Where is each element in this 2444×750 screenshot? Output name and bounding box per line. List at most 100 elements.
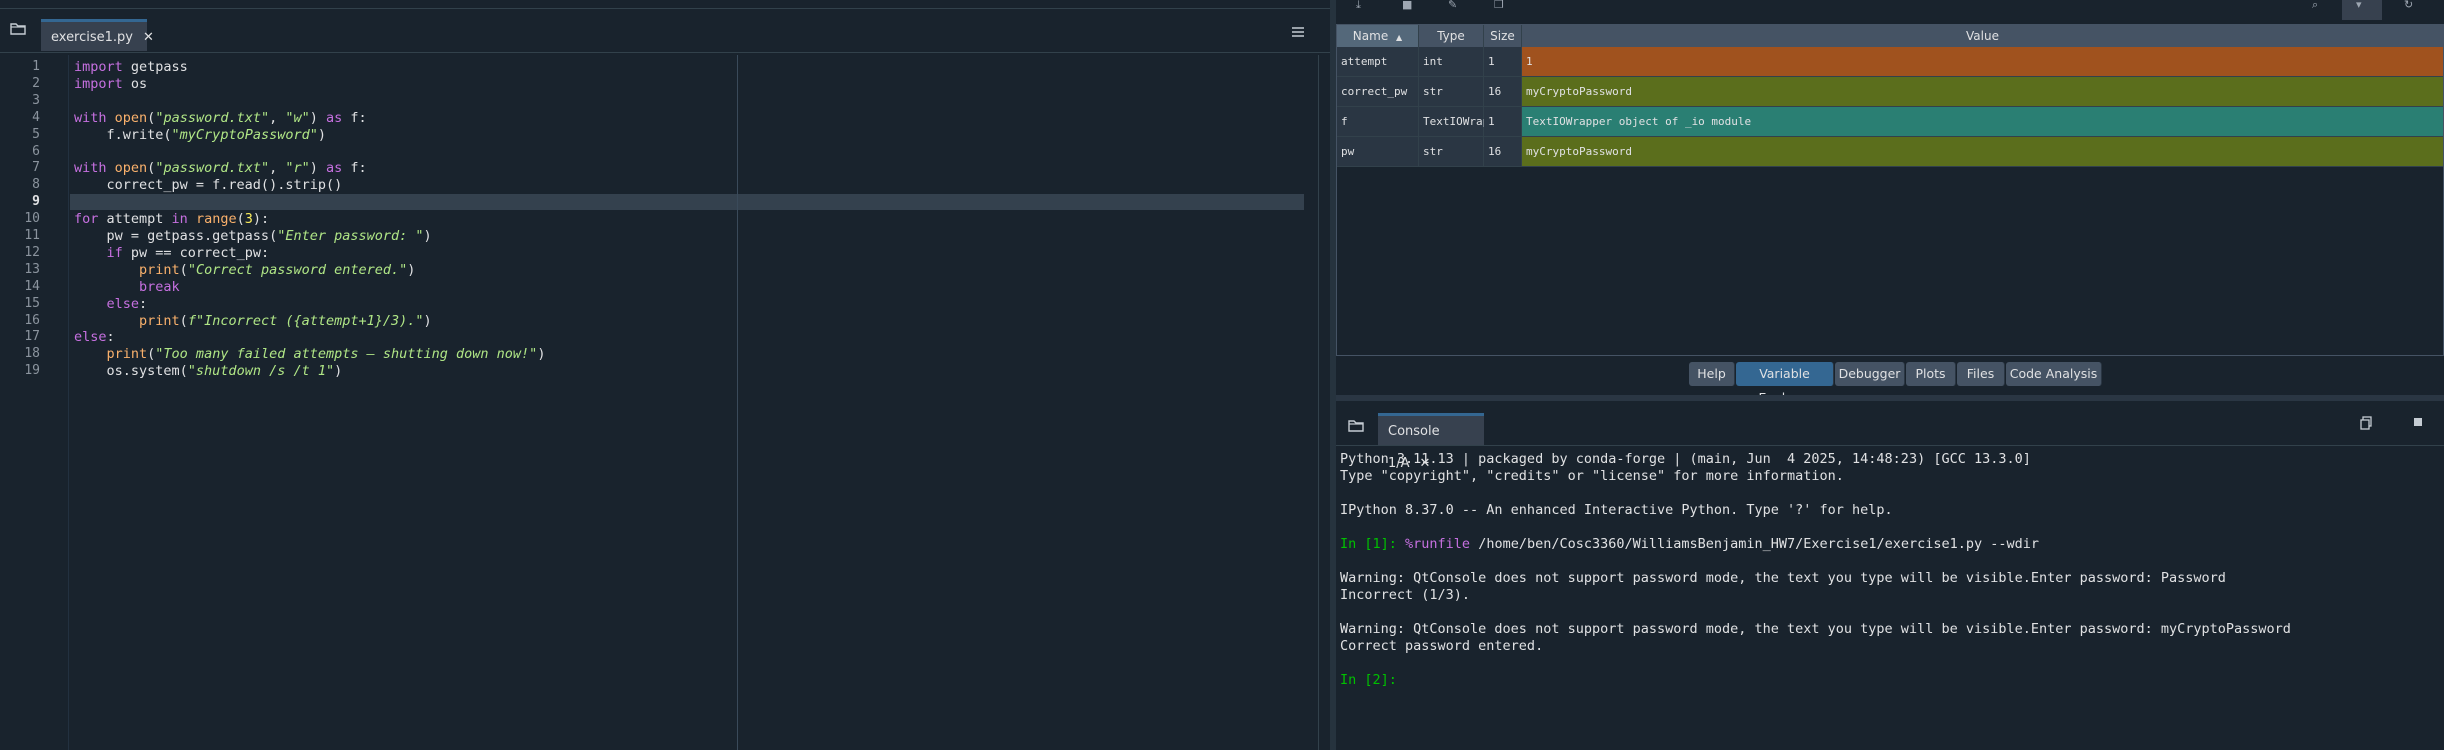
code-line: with open("password.txt", "w") as f: <box>74 110 367 126</box>
code-token: f.write( <box>74 126 172 143</box>
code-token: ( <box>236 211 245 228</box>
save-data-icon[interactable]: ■ <box>1402 0 1412 10</box>
copy-icon[interactable]: ❐ <box>1494 0 1504 10</box>
code-token: ) <box>334 363 343 380</box>
code-line: correct_pw = f.read().strip() <box>74 177 343 193</box>
sort-ascending-icon: ▲ <box>1396 33 1403 42</box>
code-line: with open("password.txt", "r") as f: <box>74 160 367 176</box>
folder-icon[interactable] <box>1348 417 1364 432</box>
current-line-highlight <box>70 194 1304 210</box>
line-number: 17 <box>24 329 40 345</box>
code-token: ) <box>309 109 327 126</box>
code-line: import os <box>74 76 147 92</box>
search-icon[interactable]: ⌕ <box>2312 0 2318 10</box>
line-number: 18 <box>24 346 40 362</box>
code-token: print <box>139 261 180 278</box>
code-line: print("Correct password entered.") <box>74 262 415 278</box>
code-token: print <box>106 346 148 363</box>
code-line: for attempt in range(3): <box>74 211 269 227</box>
save-as-icon[interactable]: ✎ <box>1448 0 1457 10</box>
line-number: 11 <box>24 228 40 243</box>
line-number: 10 <box>24 211 40 227</box>
tab-help[interactable]: Help <box>1689 362 1735 386</box>
tab-code-analysis[interactable]: Code Analysis <box>2006 362 2102 386</box>
code-token: ) <box>423 312 432 329</box>
column-header-size[interactable]: Size <box>1484 25 1522 47</box>
code-token: if <box>106 244 123 261</box>
variable-size-cell: 16 <box>1484 77 1522 107</box>
line-number: 13 <box>24 261 40 277</box>
code-token: print <box>139 312 180 329</box>
console-line: In [2]: <box>1340 672 1405 688</box>
console-line: IPython 8.37.0 -- An enhanced Interactiv… <box>1340 502 1893 518</box>
line-number: 19 <box>24 363 40 379</box>
code-token: import <box>74 75 123 92</box>
hamburger-menu-icon[interactable] <box>1292 22 1304 37</box>
tab-console-1a[interactable]: Console 1/A ✕ <box>1378 413 1484 471</box>
console-output[interactable]: Python 3.11.13 | packaged by conda-forge… <box>1340 451 2440 746</box>
filter-toggle[interactable]: ▾ <box>2342 0 2382 20</box>
code-token: "password.txt" <box>155 160 270 177</box>
variable-value-cell[interactable]: TextIOWrapper object of _io module <box>1522 107 2443 137</box>
line-number: 1 <box>32 59 40 74</box>
copy-icon[interactable] <box>2360 415 2372 430</box>
variable-table[interactable]: Name ▲ Type Size Value attempt int 1 1 corre… <box>1336 24 2444 356</box>
code-token: else <box>74 329 107 346</box>
tab-variable-explorer[interactable]: Variable Explorer <box>1736 362 1834 405</box>
line-number: 15 <box>24 295 40 311</box>
code-token: with <box>74 109 107 126</box>
code-editor[interactable]: 1 2 3 4 5 6 7 8 9 10 11 12 13 14 15 16 17 18 19 import get… <box>0 55 1318 750</box>
console-prompt: In [1]: <box>1340 536 1406 552</box>
close-icon[interactable]: ✕ <box>143 30 154 45</box>
column-header-name[interactable]: Name ▲ <box>1337 25 1419 47</box>
console-text: IPython 8.37.0 -- An enhanced Interactiv… <box>1340 502 1893 518</box>
tab-debugger[interactable]: Debugger <box>1835 362 1905 386</box>
console-text: Correct password entered. <box>1340 638 1544 654</box>
line-number: 8 <box>32 177 40 193</box>
folder-icon[interactable] <box>10 20 26 35</box>
code-token: as <box>326 160 343 177</box>
code-line: print("Too many failed attempts — shutti… <box>74 346 546 363</box>
line-number: 12 <box>24 244 40 260</box>
line-number: 14 <box>24 278 40 294</box>
variable-size-cell: 16 <box>1484 137 1522 167</box>
code-token: ( <box>179 261 188 278</box>
code-token: : <box>106 329 115 346</box>
code-token: attempt <box>98 211 172 228</box>
column-header-type[interactable]: Type <box>1419 25 1484 47</box>
code-token: os <box>122 75 148 92</box>
variable-type-cell: TextIOWrapper <box>1419 107 1509 137</box>
refresh-icon[interactable]: ↻ <box>2404 0 2413 10</box>
tab-plots[interactable]: Plots <box>1906 362 1956 386</box>
tab-exercise1[interactable]: exercise1.py ✕ <box>41 19 154 51</box>
tab-files[interactable]: Files <box>1957 362 2005 386</box>
variable-name-cell: correct_pw <box>1337 77 1419 107</box>
code-token: f"Incorrect ({attempt+1}/3)." <box>187 312 424 329</box>
line-number: 5 <box>32 126 40 142</box>
variable-value-cell[interactable]: myCryptoPassword <box>1522 137 2443 167</box>
ipython-console-pane: Console 1/A ✕ Python 3.11.13 | packaged b… <box>1336 401 2444 750</box>
console-text: Python 3.11.13 | packaged by conda-forge… <box>1340 451 2031 467</box>
edge-line <box>737 55 738 750</box>
code-token: "Enter password: " <box>277 228 424 244</box>
stop-icon[interactable] <box>2414 418 2422 426</box>
code-token: range <box>195 211 237 228</box>
variable-value-cell[interactable]: 1 <box>1522 47 2443 77</box>
code-token: , <box>269 160 286 177</box>
code-line: else: <box>74 296 148 312</box>
line-number: 4 <box>32 109 40 125</box>
import-data-icon[interactable]: ⤓ <box>1356 0 1361 10</box>
line-number: 3 <box>32 92 40 108</box>
filter-icon: ▾ <box>2356 0 2362 11</box>
console-prompt: In [2]: <box>1340 672 1406 688</box>
console-line: Incorrect (1/3). <box>1340 587 1470 603</box>
variable-value-cell[interactable]: myCryptoPassword <box>1522 77 2443 107</box>
console-text: Warning: QtConsole does not support pass… <box>1340 621 2291 637</box>
variable-name-cell: attempt <box>1337 47 1419 77</box>
code-line: print(f"Incorrect ({attempt+1}/3).") <box>74 313 432 329</box>
column-header-value[interactable]: Value <box>1522 25 2443 47</box>
code-line: pw = getpass.getpass("Enter password: ") <box>74 228 432 244</box>
